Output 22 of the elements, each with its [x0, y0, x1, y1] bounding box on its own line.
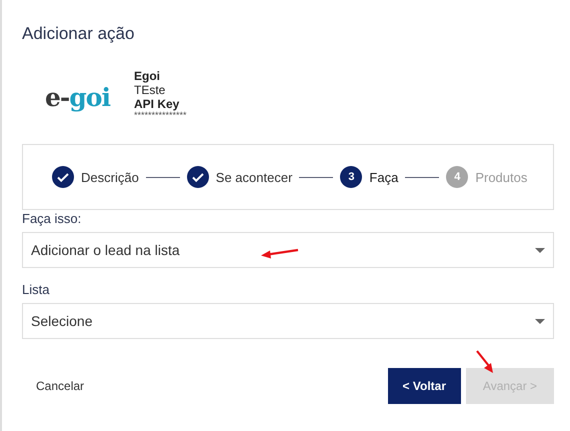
caret-icon: [535, 318, 545, 324]
step-label: Descrição: [81, 170, 139, 184]
cancel-button[interactable]: Cancelar: [22, 368, 98, 404]
back-button[interactable]: < Voltar: [388, 368, 461, 404]
dialog-title: Adicionar ação: [22, 24, 136, 44]
key-value: ***************: [134, 111, 187, 120]
select-field[interactable]: Selecione: [22, 303, 554, 339]
step-label: Se acontecer: [216, 170, 292, 184]
step-label: Produtos: [475, 170, 528, 184]
field-label: Faça isso:: [22, 211, 82, 226]
logo: e-goi: [44, 82, 112, 114]
step-label: Faça: [369, 170, 398, 184]
integration-name: Egoi: [134, 69, 161, 83]
annotation-arrow: [475, 350, 495, 374]
annotation-arrow: [260, 247, 300, 259]
key-label: API Key: [134, 97, 180, 111]
step-number: 4: [446, 166, 468, 188]
field-label: Lista: [22, 282, 50, 297]
caret-icon: [535, 248, 545, 252]
step-number: 3: [340, 166, 362, 188]
account-name: TEste: [134, 83, 166, 97]
select-field[interactable]: Adicionar o lead na lista: [22, 232, 554, 268]
